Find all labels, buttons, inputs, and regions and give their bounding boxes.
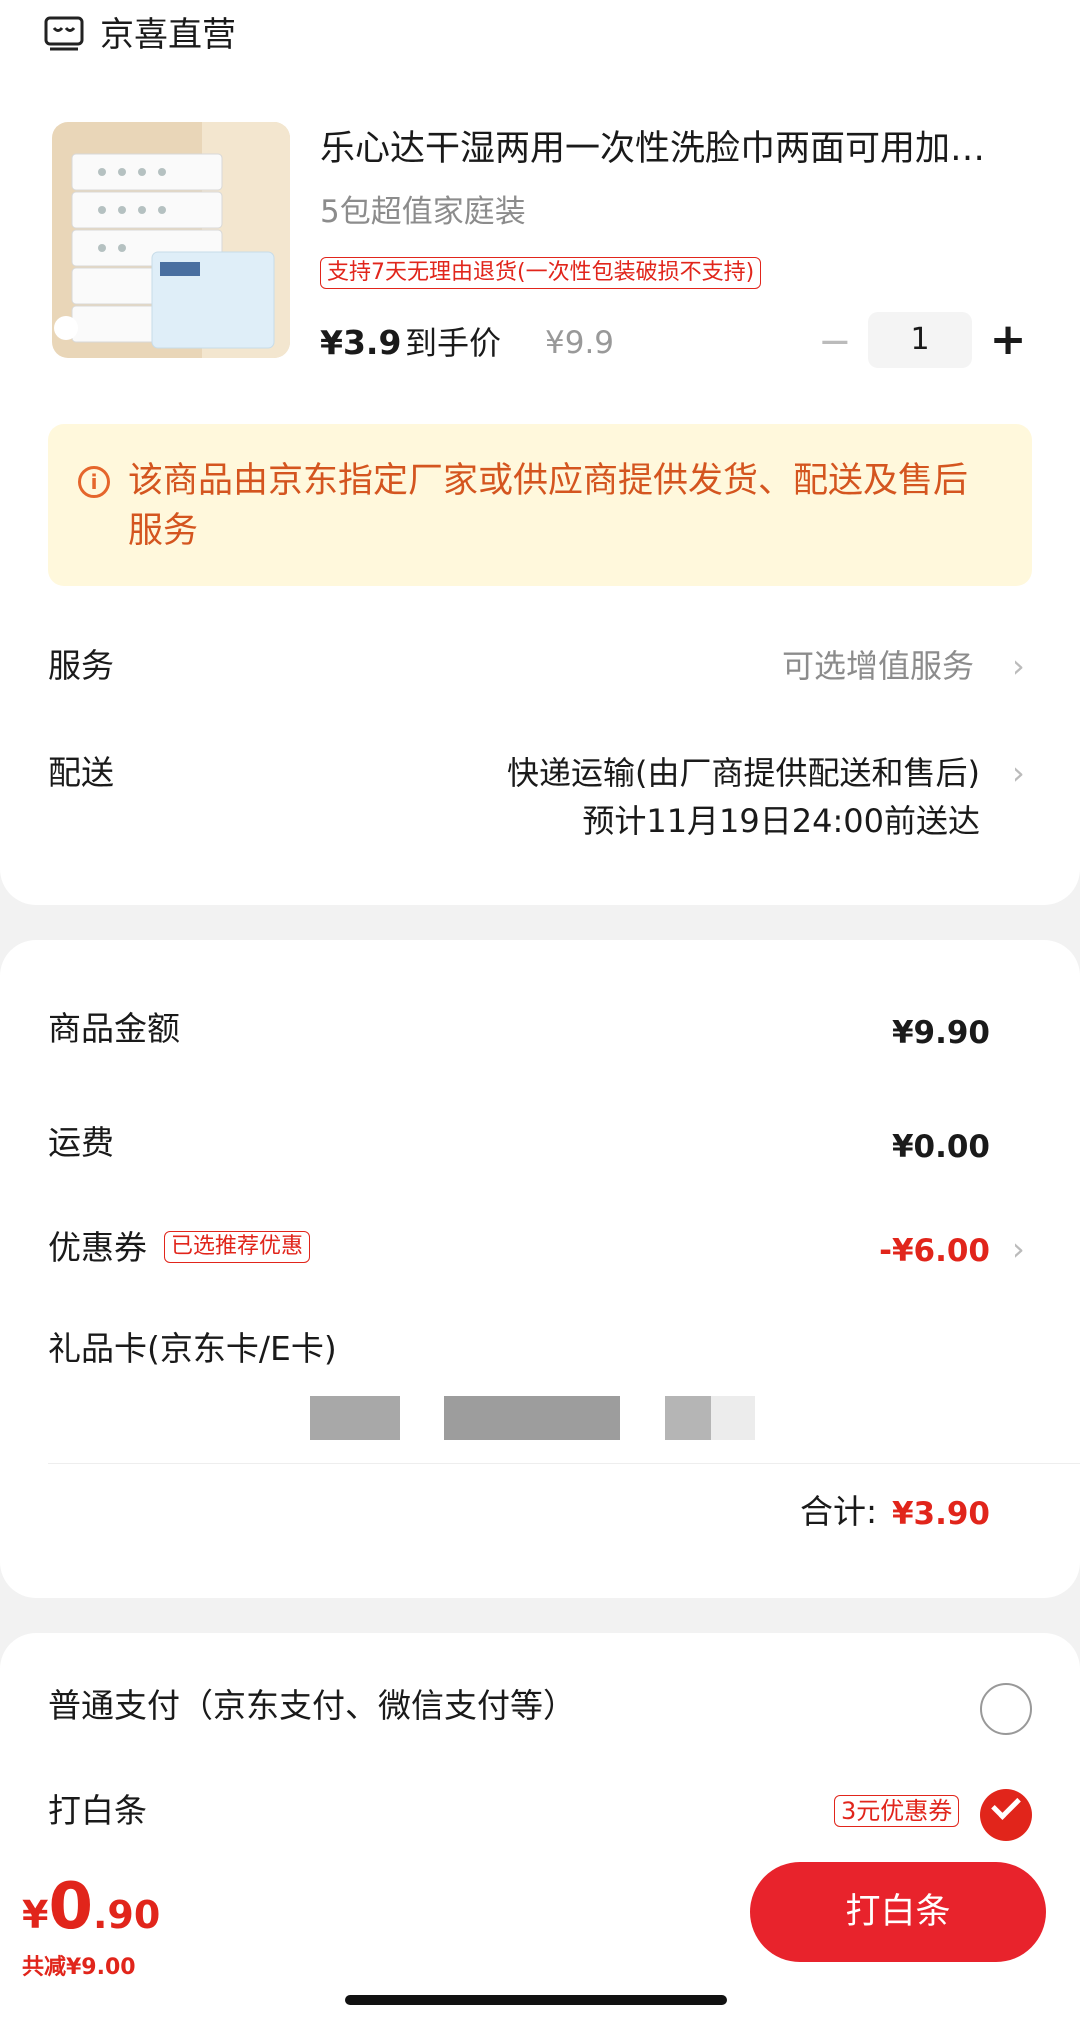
saved-amount: 共减¥9.00: [22, 1955, 136, 1980]
quantity-decrease-button[interactable]: −: [818, 322, 852, 362]
coupon-value[interactable]: -¥6.00: [879, 1230, 990, 1272]
coupon-label: 优惠券: [48, 1228, 147, 1267]
redacted-block: [665, 1396, 711, 1440]
store-icon: [44, 16, 84, 51]
shipping-label: 运费: [48, 1123, 114, 1162]
delivery-eta: 预计11月19日24:00前送达: [582, 802, 980, 840]
check-icon: [991, 1790, 1021, 1820]
delivery-chevron-icon[interactable]: ›: [1012, 752, 1025, 794]
goods-amount-label: 商品金额: [48, 1009, 180, 1048]
total-label: 合计:: [800, 1492, 878, 1531]
quantity-increase-button[interactable]: +: [988, 318, 1028, 362]
baitiao-label[interactable]: 打白条: [48, 1790, 147, 1832]
deal-price-label: 到手价: [405, 324, 502, 362]
shipping-value: ¥0.00: [891, 1129, 990, 1165]
amount-integer: 0: [48, 1870, 93, 1944]
service-value[interactable]: 可选增值服务: [782, 645, 974, 687]
baitiao-coupon-badge: 3元优惠券: [834, 1795, 960, 1827]
baitiao-radio[interactable]: [980, 1789, 1032, 1841]
currency-symbol: ¥: [22, 1893, 49, 1937]
deal-price: ¥3.9: [320, 323, 402, 362]
amount-decimal: .90: [92, 1893, 161, 1937]
supplier-notice: i 该商品由京东指定厂家或供应商提供发货、配送及售后服务: [48, 424, 1032, 586]
product-spec[interactable]: 5包超值家庭装: [320, 192, 526, 232]
normal-pay-label[interactable]: 普通支付（京东支付、微信支付等）: [48, 1685, 576, 1727]
coupon-badge: 已选推荐优惠: [164, 1231, 311, 1263]
return-policy-tag: 支持7天无理由退货(一次性包装破损不支持): [320, 257, 762, 289]
notice-text: 该商品由京东指定厂家或供应商提供发货、配送及售后服务: [128, 461, 969, 551]
product-card: 京喜直营 乐心达干湿两用一次性洗脸巾两面可用加… 5包超值家庭装 支持7天无理由…: [0, 0, 1080, 905]
service-label: 服务: [48, 646, 114, 685]
price-summary-card: 商品金额 ¥9.90 运费 ¥0.00 优惠券 已选推荐优惠 -¥6.00 › …: [0, 940, 1080, 1598]
goods-amount-value: ¥9.90: [891, 1015, 990, 1051]
product-image[interactable]: [52, 122, 290, 358]
normal-pay-radio[interactable]: [980, 1683, 1032, 1735]
quantity-input[interactable]: 1: [868, 312, 972, 368]
pay-amount: ¥0.90: [22, 1875, 160, 1939]
redacted-block: [711, 1396, 755, 1440]
coupon-chevron-icon[interactable]: ›: [1012, 1228, 1025, 1270]
delivery-label: 配送: [48, 753, 114, 792]
pay-button[interactable]: 打白条: [750, 1862, 1046, 1962]
home-indicator[interactable]: [345, 1995, 727, 2005]
delivery-value[interactable]: 快递运输(由厂商提供配送和售后): [507, 752, 980, 794]
original-price: ¥9.9: [545, 325, 615, 361]
redacted-block: [444, 1396, 620, 1440]
giftcard-label[interactable]: 礼品卡(京东卡/E卡): [48, 1328, 337, 1370]
service-chevron-icon[interactable]: ›: [1012, 645, 1025, 687]
redacted-block: [310, 1396, 400, 1440]
product-title[interactable]: 乐心达干湿两用一次性洗脸巾两面可用加…: [320, 126, 1020, 172]
info-icon: i: [78, 466, 110, 498]
total-value: ¥3.90: [891, 1496, 990, 1532]
divider: [48, 1463, 1080, 1464]
shop-name[interactable]: 京喜直营: [100, 14, 236, 56]
